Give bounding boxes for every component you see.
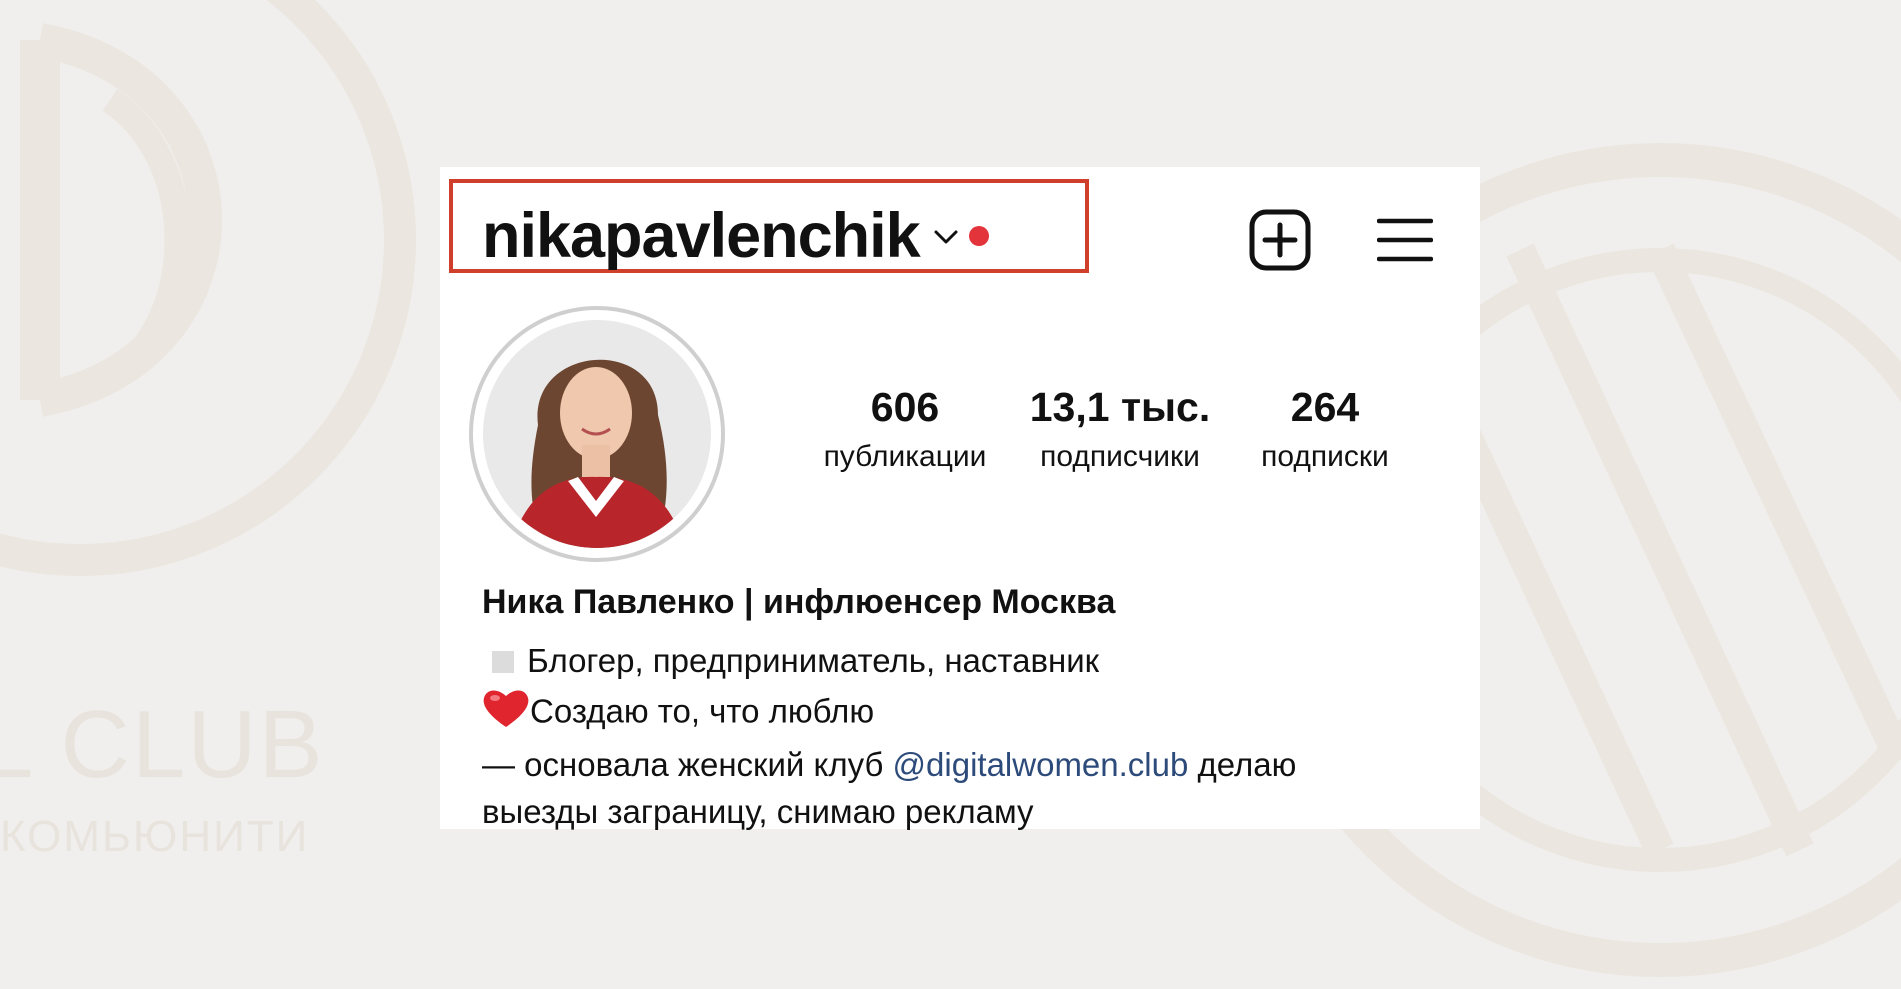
stat-posts[interactable]: 606 публикации: [810, 387, 1000, 472]
posts-count: 606: [870, 384, 940, 430]
bio-text: выезды заграницу, снимаю рекламу: [482, 792, 1034, 830]
bio-line: выезды заграницу, снимаю рекламу: [482, 788, 1462, 835]
following-count: 264: [1290, 384, 1360, 430]
mention-link[interactable]: @digitalwomen.club: [893, 746, 1189, 783]
account-switcher[interactable]: nikapavlenchik: [482, 201, 989, 271]
profile-display-name: Ника Павленко | инфлюенсер Москва: [482, 583, 1116, 621]
bio-text: — основала женский клуб: [482, 745, 893, 783]
white-square-icon: [482, 640, 518, 687]
notification-dot: [968, 226, 989, 246]
username[interactable]: nikapavlenchik: [482, 204, 921, 268]
stat-following[interactable]: 264 подписки: [1235, 387, 1415, 472]
followers-count: 13,1 тыс.: [1029, 384, 1211, 430]
background-club-text: L CLUB: [0, 691, 325, 798]
profile-bio: Ника Павленко | инфлюенсер Москва Блогер…: [482, 585, 1462, 835]
following-label: подписки: [1261, 440, 1389, 473]
bio-text: Блогер, предприниматель, наставник: [527, 642, 1100, 679]
bio-text: Создаю то, что люблю: [530, 692, 875, 730]
bio-line: — основала женский клуб @digitalwomen.cl…: [482, 741, 1462, 788]
avatar[interactable]: [468, 305, 726, 563]
red-heart-icon: [482, 687, 530, 741]
bio-line: Блогер, предприниматель, наставник: [482, 637, 1462, 687]
bio-line: Создаю то, что люблю: [482, 687, 1462, 741]
profile-card: nikapavlenchik 606 публикации 13,1 тыс. …: [440, 167, 1480, 830]
bio-text: делаю: [1188, 745, 1297, 783]
posts-label: публикации: [823, 440, 987, 473]
background-community-text: КОМЬЮНИТИ: [0, 812, 310, 861]
followers-label: подписчики: [1040, 440, 1200, 473]
hamburger-menu-icon[interactable]: [1376, 217, 1434, 263]
plus-square-icon[interactable]: [1249, 209, 1311, 271]
chevron-down-icon[interactable]: [932, 222, 960, 250]
stat-followers[interactable]: 13,1 тыс. подписчики: [1020, 387, 1220, 472]
profile-stats: 606 публикации 13,1 тыс. подписчики 264 …: [810, 387, 1430, 487]
